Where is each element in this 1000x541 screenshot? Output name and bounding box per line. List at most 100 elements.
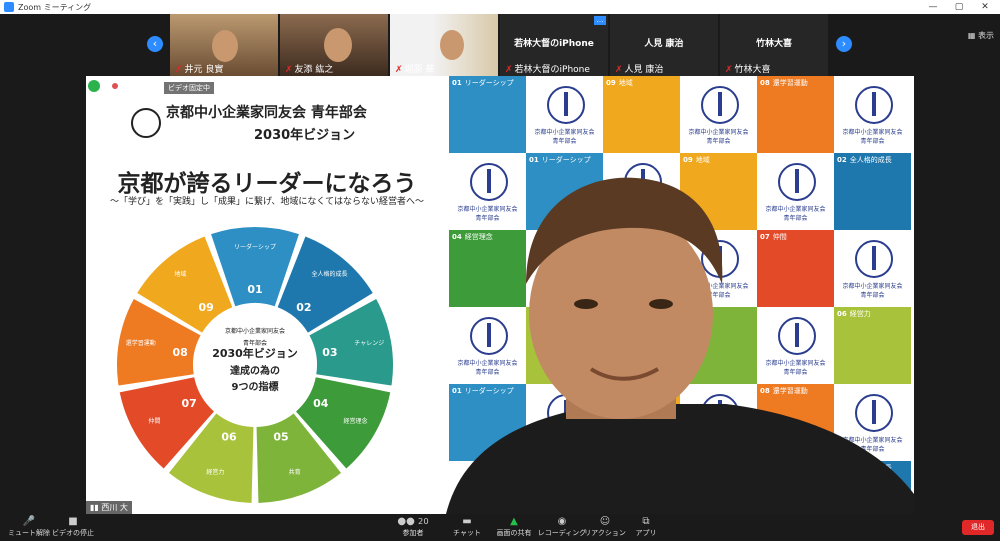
- signal-bars-icon: ▮▮: [90, 503, 102, 512]
- speaker-person: [446, 177, 914, 514]
- gallery-prev-button[interactable]: ‹: [147, 36, 163, 52]
- indicator-tile-number: 01: [529, 156, 539, 164]
- participants-button[interactable]: ●● 20 参加者: [386, 516, 440, 538]
- wheel-segment-label: 全人格的成長: [312, 270, 348, 278]
- participant-name: 友添 紘之: [294, 65, 334, 75]
- indicator-tile-text: 地域: [695, 156, 710, 164]
- wheel-segment-number: 04: [313, 397, 329, 410]
- chat-button[interactable]: ▬ チャット: [440, 516, 494, 538]
- participant-face: [212, 30, 238, 62]
- security-shield-icon[interactable]: [88, 80, 100, 92]
- chat-label: チャット: [453, 529, 481, 537]
- participant-display-name: 人見 康治: [644, 39, 684, 49]
- wheel-segment-label: 地域: [174, 270, 186, 278]
- org-logo-text-line: 青年部会: [860, 138, 885, 145]
- wheel-segment-label: チャレンジ: [354, 340, 384, 347]
- org-logo-text-line: 青年部会: [706, 138, 731, 145]
- wheel-segment-number: 07: [182, 397, 197, 410]
- wheel-center-text: 青年部会: [243, 339, 267, 347]
- mic-muted-icon: ✗: [725, 65, 733, 75]
- view-label: 表示: [978, 31, 994, 40]
- close-button[interactable]: ✕: [972, 0, 998, 14]
- wheel-center-text: 2030年ビジョン: [212, 346, 298, 360]
- video-camera-icon: ■: [68, 516, 78, 527]
- participant-tile-2[interactable]: ✗ 友添 紘之: [280, 14, 388, 76]
- mic-muted-icon: ✗: [395, 65, 403, 75]
- maximize-button[interactable]: ▢: [946, 0, 972, 14]
- indicator-tile-number: 08: [760, 79, 770, 87]
- mute-label: ミュート解除: [8, 529, 50, 537]
- active-speaker-video[interactable]: 京都中小企業家同友会 青年部会 2030年ビジョン 京都が誇るリーダーになろう …: [86, 76, 914, 514]
- participant-tile-6[interactable]: 竹林大喜 ✗ 竹林大喜: [720, 14, 828, 76]
- more-options-icon[interactable]: …: [594, 16, 606, 25]
- slide-subline: 〜「学び」を「実践」し「成果」に繋げ、地域になくてはならない経営者へ〜: [110, 197, 424, 207]
- speaker-name-label: ▮▮ 西川 大: [86, 501, 132, 514]
- participant-name: 竹林大喜: [734, 65, 771, 75]
- indicator-tile-text: 全人格的成長: [849, 156, 892, 164]
- speaker-shirt: [446, 404, 914, 514]
- indicator-tile-number: 01: [452, 79, 462, 87]
- wheel-segment-label: 経営理念: [343, 417, 367, 425]
- wheel-segment-label: リーダーシップ: [234, 243, 276, 251]
- org-logo-icon: [855, 86, 893, 124]
- org-logo-icon: [701, 86, 739, 124]
- status-dot-icon: [112, 83, 118, 89]
- gallery-next-button[interactable]: ›: [836, 36, 852, 52]
- participant-face: [440, 30, 464, 60]
- org-logo-text: 京都中小企業家同友会青年部会: [834, 128, 911, 146]
- gallery-strip: ‹ ✗ 井元 良實 ✗ 友添 紘之 ✗ 堀原 華 若林大督のiPhone ✗ 若林大督の…: [0, 14, 1000, 76]
- indicator-tile-text: 地域: [618, 79, 633, 87]
- indicator-tile-label: 01リーダーシップ: [452, 78, 514, 88]
- wheel-segment-label: 還学習運動: [126, 339, 156, 347]
- org-logo-tile: 京都中小企業家同友会青年部会: [834, 76, 911, 153]
- mic-muted-icon: ✗: [285, 65, 293, 75]
- participant-tile-3[interactable]: ✗ 堀原 華: [390, 14, 498, 76]
- mic-muted-icon: ✗: [175, 65, 183, 75]
- indicator-tile-label: 08 還学習運動: [760, 78, 808, 88]
- participant-tile-4[interactable]: 若林大督のiPhone ✗ 若林大督のiPhone …: [500, 14, 608, 76]
- apps-icon: ⧉: [642, 516, 650, 527]
- wheel-segment-number: 06: [221, 430, 237, 443]
- view-button[interactable]: ▦ 表示: [968, 30, 994, 41]
- slide-org-title: 京都中小企業家同友会 青年部会: [166, 105, 367, 121]
- participant-face: [324, 28, 352, 62]
- indicator-tile-number: 09: [606, 79, 616, 87]
- indicator-tile-label: 09地域: [606, 78, 633, 88]
- org-logo-tile: 京都中小企業家同友会青年部会: [680, 76, 757, 153]
- indicator-tile: 09地域: [603, 76, 680, 153]
- participant-name: 若林大督のiPhone: [514, 65, 590, 75]
- indicator-tile-text: 還学習運動: [772, 79, 808, 87]
- wheel-segment-label: 経営力: [206, 468, 224, 476]
- meeting-toolbar: 🎤 ミュート解除 ■ ビデオの停止 ●● 20 参加者 ▬ チャット ▲ 画面の共有 ◉ レ…: [0, 514, 1000, 541]
- wheel-segment-number: 05: [273, 430, 288, 443]
- video-button[interactable]: ■ ビデオの停止: [46, 516, 100, 538]
- minimize-button[interactable]: —: [920, 0, 946, 14]
- indicator-tile-number: 02: [837, 156, 847, 164]
- leave-meeting-button[interactable]: 退出: [962, 520, 994, 535]
- wheel-segment-number: 01: [247, 283, 262, 296]
- wheel-segment-number: 08: [172, 346, 187, 359]
- org-logo-text: 京都中小企業家同友会青年部会: [680, 128, 757, 146]
- slide-headline: 京都が誇るリーダーになろう: [117, 171, 417, 197]
- apps-label: アプリ: [635, 529, 657, 537]
- pinned-video-note: ビデオ固定中: [164, 82, 214, 94]
- mic-muted-icon: ✗: [505, 65, 513, 75]
- org-logo-tile: 京都中小企業家同友会青年部会: [526, 76, 603, 153]
- indicator-tile: 08 還学習運動: [757, 76, 834, 153]
- share-screen-button[interactable]: ▲ 画面の共有: [487, 516, 541, 538]
- slide-vision-title: 2030年ビジョン: [254, 128, 356, 143]
- indicator-tile: 01リーダーシップ: [449, 76, 526, 153]
- wheel-center-text: 達成の為の: [230, 364, 280, 377]
- participant-name: 人見 康治: [624, 65, 664, 75]
- nine-indicators-wheel: 01 リーダーシップ 02 全人格的成長 03 チャレンジ 04 経営理念 05 共育 06 経営力 0…: [117, 227, 393, 503]
- participant-tile-5[interactable]: 人見 康治 ✗ 人見 康治: [610, 14, 718, 76]
- speaker-eye-left: [574, 299, 598, 309]
- speaker-name: 西川 大: [101, 503, 128, 512]
- org-logo-text-line: 京都中小企業家同友会: [534, 129, 595, 136]
- indicator-tile-text: リーダーシップ: [541, 156, 591, 164]
- apps-button[interactable]: ⧉ アプリ: [619, 516, 673, 538]
- wheel-segment-number: 03: [322, 346, 337, 359]
- wheel-segment-label: 共育: [289, 468, 301, 476]
- participant-tile-1[interactable]: ✗ 井元 良實: [170, 14, 278, 76]
- org-logo-icon: [547, 86, 585, 124]
